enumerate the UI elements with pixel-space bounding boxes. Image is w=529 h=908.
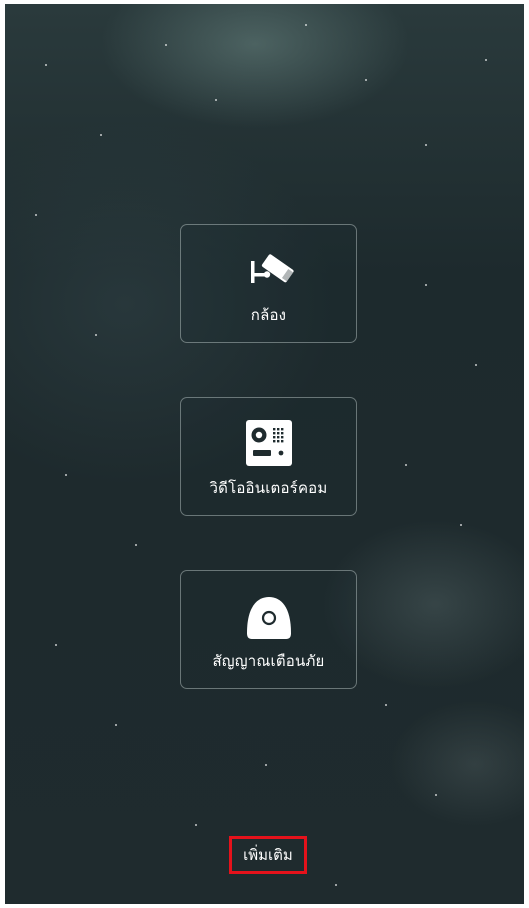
app-screen: กล้อง วิดีโออินเตอร์คอม สัญญาณเตือนภัย เ… <box>5 4 524 904</box>
more-button-label: เพิ่มเติม <box>243 846 293 864</box>
tile-label-alarm: สัญญาณเตือนภัย <box>212 652 325 670</box>
tile-label-intercom: วิดีโออินเตอร์คอม <box>209 479 328 497</box>
tile-label-camera: กล้อง <box>250 306 287 324</box>
more-button[interactable]: เพิ่มเติม <box>229 836 307 874</box>
alarm-tile[interactable]: สัญญาณเตือนภัย <box>180 570 357 689</box>
video-intercom-tile[interactable]: วิดีโออินเตอร์คอม <box>180 397 357 516</box>
camera-tile[interactable]: กล้อง <box>180 224 357 343</box>
video-intercom-icon <box>245 420 292 466</box>
alarm-sensor-icon <box>246 597 291 639</box>
security-camera-icon <box>250 254 294 283</box>
